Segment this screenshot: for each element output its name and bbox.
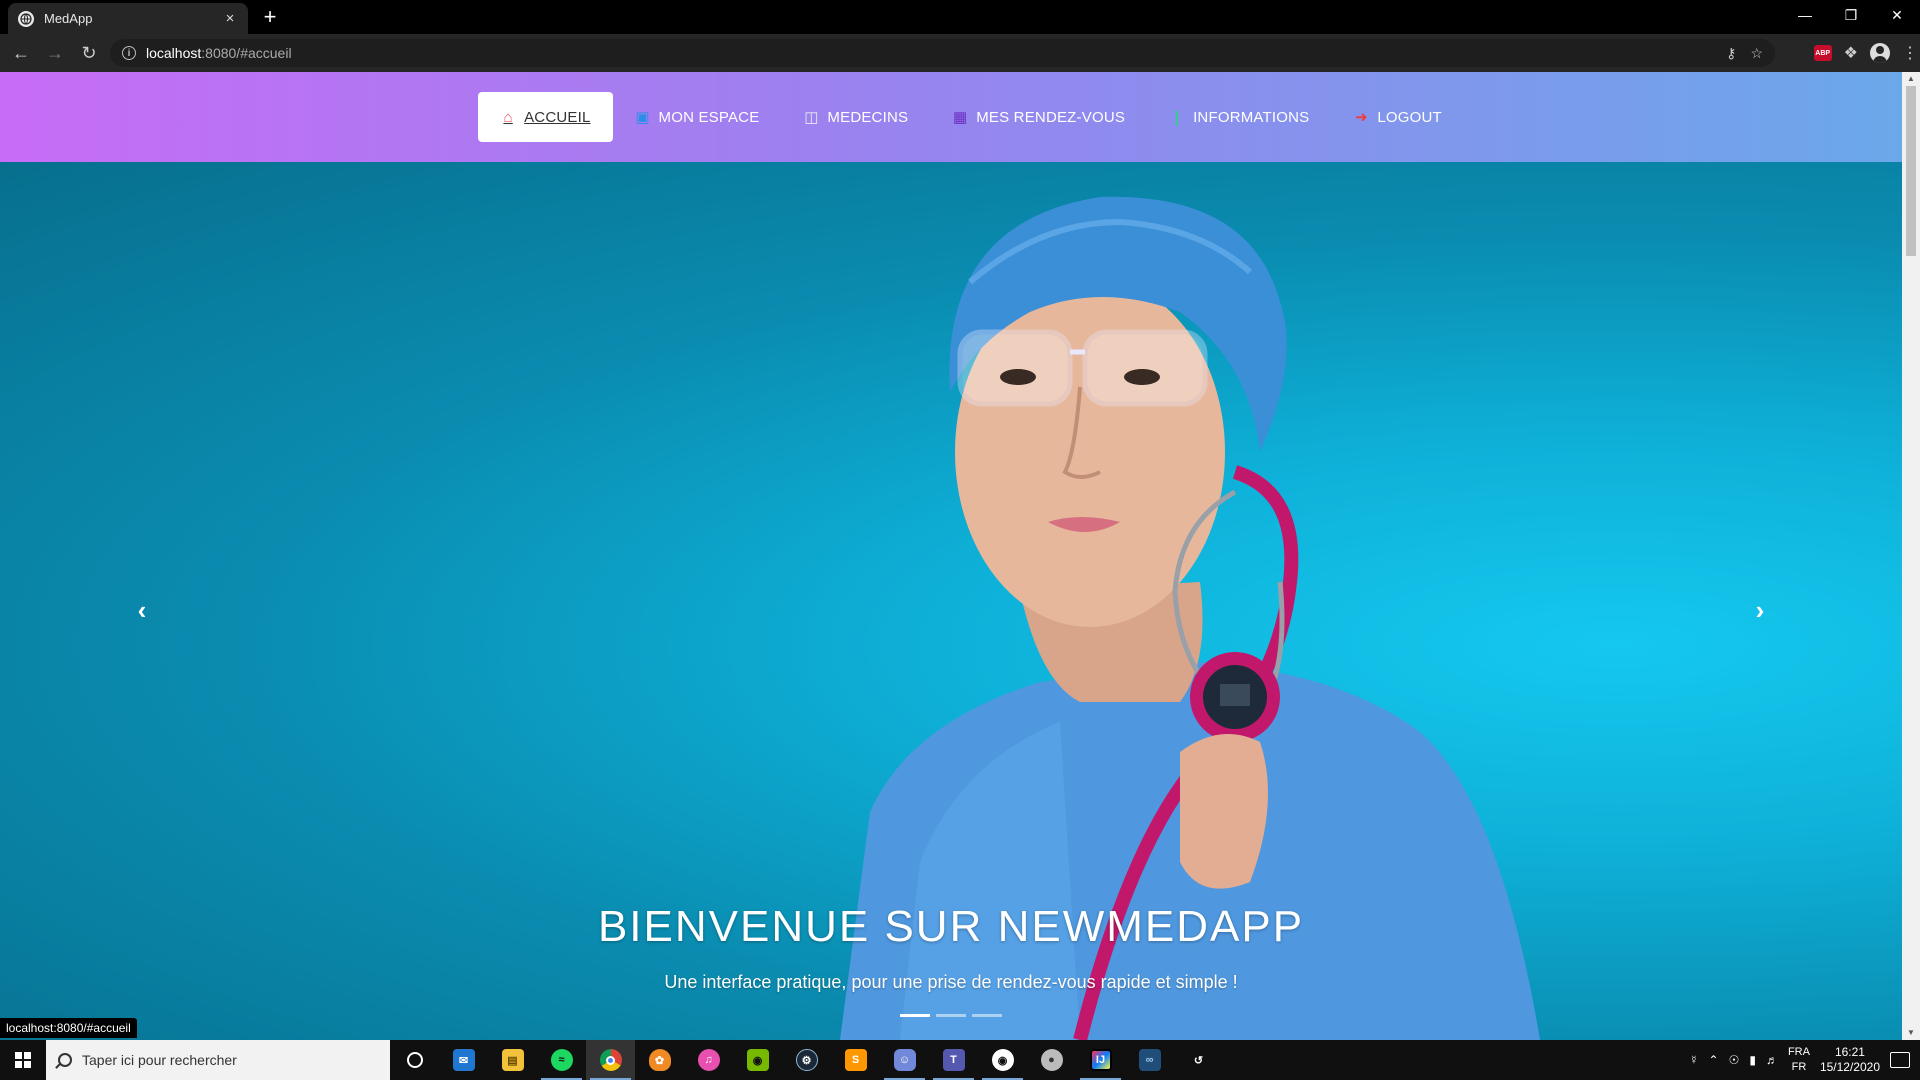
- system-tray: ☿ ⌃ ☉ ▮ ♬ FRA FR 16:21 15/12/2020: [1690, 1040, 1920, 1080]
- carousel-indicator[interactable]: [972, 1014, 1002, 1017]
- spotify-icon[interactable]: ≈: [537, 1040, 586, 1080]
- info-icon: ❘: [1170, 109, 1184, 126]
- nav-item-mon-espace[interactable]: ▣ MON ESPACE: [613, 92, 782, 142]
- new-tab-button[interactable]: +: [258, 6, 282, 30]
- browser-toolbar: ← → ↻ i localhost:8080/#accueil ⚷ ☆ ABP …: [0, 34, 1920, 72]
- forward-arrow-icon[interactable]: →: [38, 36, 72, 70]
- nav-label: MES RENDEZ-VOUS: [976, 108, 1126, 126]
- address-bar[interactable]: i localhost:8080/#accueil ⚷ ☆: [110, 39, 1775, 67]
- url-path: :8080/#accueil: [201, 45, 292, 61]
- carousel-indicator[interactable]: [936, 1014, 966, 1017]
- volume-icon[interactable]: ♬: [1766, 1053, 1778, 1067]
- carousel-indicator[interactable]: [900, 1014, 930, 1017]
- minimize-icon[interactable]: —: [1782, 0, 1828, 30]
- lang-bottom: FR: [1791, 1061, 1807, 1073]
- scroll-thumb[interactable]: [1906, 86, 1916, 256]
- sublime-text-icon[interactable]: S: [831, 1040, 880, 1080]
- browser-tab[interactable]: MedApp ×: [8, 3, 248, 34]
- tray-chevron-icon[interactable]: ⌃: [1709, 1053, 1719, 1067]
- url-host: localhost: [146, 45, 202, 61]
- cortana-icon[interactable]: [390, 1040, 439, 1080]
- taskbar-apps: ✉ ▤ ≈ ✿ ♫ ◉ ⚙ S ☺ T ◉ ● IJ ∞ ↺: [390, 1040, 1223, 1080]
- reload-icon[interactable]: ↻: [72, 36, 106, 70]
- globe-icon: [18, 10, 34, 27]
- nav-item-informations[interactable]: ❘ INFORMATIONS: [1147, 92, 1331, 142]
- search-placeholder: Taper ici pour rechercher: [82, 1052, 237, 1068]
- app-arrow-icon[interactable]: ↺: [1174, 1040, 1223, 1080]
- site-info-icon[interactable]: i: [122, 46, 136, 60]
- scroll-down-icon[interactable]: ▼: [1902, 1026, 1920, 1040]
- status-bar-url: localhost:8080/#accueil: [0, 1018, 137, 1038]
- window-close-icon[interactable]: ✕: [1874, 0, 1920, 30]
- carousel-title: BIENVENUE SUR NEWMEDAPP: [597, 902, 1305, 951]
- carousel-indicators: [0, 1014, 1902, 1017]
- extensions-icon[interactable]: ❖: [1844, 43, 1858, 63]
- carousel-prev-icon[interactable]: ‹: [124, 592, 160, 628]
- nav-label: MEDECINS: [827, 108, 909, 126]
- scroll-up-icon[interactable]: ▲: [1902, 72, 1920, 86]
- language-indicator[interactable]: FRA FR: [1788, 1045, 1810, 1075]
- start-button[interactable]: [0, 1040, 46, 1080]
- nav-label: MON ESPACE: [658, 108, 760, 126]
- logout-icon: ➜: [1354, 109, 1368, 126]
- clock-date: 15/12/2020: [1819, 1060, 1880, 1074]
- calendar-icon: ▦: [953, 109, 968, 126]
- nav-label: LOGOUT: [1377, 108, 1442, 126]
- intellij-icon[interactable]: IJ: [1076, 1040, 1125, 1080]
- nav-item-logout[interactable]: ➜ LOGOUT: [1331, 92, 1464, 142]
- taskbar-search[interactable]: Taper ici pour rechercher: [46, 1040, 390, 1080]
- tab-close-icon[interactable]: ×: [222, 10, 238, 27]
- nav-label: ACCUEIL: [524, 108, 591, 126]
- hospital-icon: ◫: [804, 109, 819, 126]
- hero-carousel: ‹ › BIENVENUE SUR NEWMEDAPP Une interfac…: [0, 162, 1902, 1040]
- browser-tab-bar: MedApp × + — ❐ ✕: [0, 0, 1920, 34]
- obs-icon[interactable]: ◉: [978, 1040, 1027, 1080]
- top-navbar: ⌂ ACCUEIL ▣ MON ESPACE ◫ MEDECINS ▦ MES …: [0, 72, 1902, 162]
- nav-items: ⌂ ACCUEIL ▣ MON ESPACE ◫ MEDECINS ▦ MES …: [478, 92, 1464, 142]
- windows-logo-icon: [15, 1052, 31, 1068]
- user-space-icon: ▣: [635, 109, 650, 126]
- windows-taskbar: Taper ici pour rechercher ✉ ▤ ≈ ✿ ♫ ◉ ⚙ …: [0, 1040, 1920, 1080]
- fl-studio-icon[interactable]: ✿: [635, 1040, 684, 1080]
- carousel-next-icon[interactable]: ›: [1742, 592, 1778, 628]
- mail-icon[interactable]: ✉: [439, 1040, 488, 1080]
- home-icon: ⌂: [503, 108, 513, 126]
- file-explorer-icon[interactable]: ▤: [488, 1040, 537, 1080]
- visual-studio-icon[interactable]: ∞: [1125, 1040, 1174, 1080]
- nav-label: INFORMATIONS: [1193, 108, 1310, 126]
- clock[interactable]: 16:21 15/12/2020: [1820, 1045, 1880, 1075]
- adblock-icon[interactable]: ABP: [1813, 45, 1832, 61]
- battery-icon[interactable]: ▮: [1749, 1053, 1756, 1067]
- page-viewport: ⌂ ACCUEIL ▣ MON ESPACE ◫ MEDECINS ▦ MES …: [0, 72, 1902, 1040]
- steam-icon[interactable]: ⚙: [782, 1040, 831, 1080]
- carousel-subtitle: Une interface pratique, pour une prise d…: [664, 972, 1238, 992]
- profile-avatar-icon[interactable]: [1870, 43, 1890, 63]
- people-icon[interactable]: ☿: [1690, 1053, 1699, 1067]
- notifications-icon[interactable]: [1890, 1052, 1910, 1068]
- back-arrow-icon[interactable]: ←: [4, 36, 38, 70]
- wifi-icon[interactable]: ☉: [1729, 1053, 1740, 1067]
- nvidia-icon[interactable]: ◉: [733, 1040, 782, 1080]
- key-icon[interactable]: ⚷: [1726, 45, 1736, 62]
- nav-item-rendez-vous[interactable]: ▦ MES RENDEZ-VOUS: [930, 92, 1147, 142]
- discord-icon[interactable]: ☺: [880, 1040, 929, 1080]
- lang-top: FRA: [1787, 1046, 1810, 1058]
- clock-time: 16:21: [1834, 1045, 1865, 1059]
- restore-icon[interactable]: ❐: [1828, 0, 1874, 30]
- teams-icon[interactable]: T: [929, 1040, 978, 1080]
- app-generic-icon[interactable]: ●: [1027, 1040, 1076, 1080]
- menu-kebab-icon[interactable]: ⋮: [1902, 43, 1918, 63]
- page-scrollbar[interactable]: ▲ ▼: [1902, 72, 1920, 1040]
- itunes-icon[interactable]: ♫: [684, 1040, 733, 1080]
- tab-title: MedApp: [44, 11, 93, 26]
- nav-item-medecins[interactable]: ◫ MEDECINS: [781, 92, 930, 142]
- star-icon[interactable]: ☆: [1750, 45, 1763, 62]
- nav-item-accueil[interactable]: ⌂ ACCUEIL: [478, 92, 613, 142]
- search-icon: [58, 1053, 72, 1067]
- chrome-icon[interactable]: [586, 1040, 635, 1080]
